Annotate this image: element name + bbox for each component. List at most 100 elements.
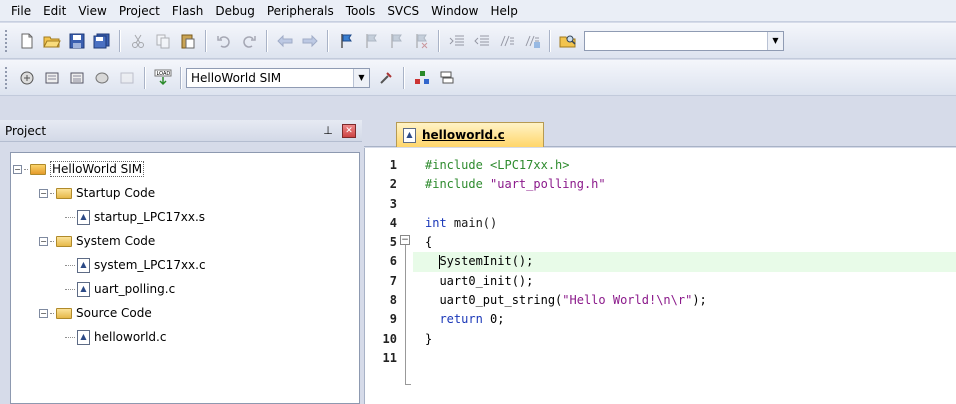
find-combo-value[interactable] (585, 32, 767, 50)
find-combo[interactable]: ▼ (584, 30, 784, 51)
toolbar-separator (144, 66, 145, 89)
line-number-gutter: 1 2 3 4 5 6 7 8 9 10 11 (365, 156, 397, 368)
line-number: 8 (389, 293, 397, 308)
target-select-value[interactable]: HelloWorld SIM (187, 69, 353, 87)
tree-item-label[interactable]: helloworld.c (94, 330, 166, 344)
menu-edit[interactable]: Edit (37, 0, 72, 22)
tree-connector (65, 288, 75, 290)
tree-item-system-code[interactable]: − System Code (13, 229, 357, 253)
open-file-icon[interactable] (40, 29, 63, 52)
collapse-icon[interactable]: − (39, 236, 48, 246)
comment-icon[interactable] (495, 29, 518, 52)
tab-helloworld[interactable]: ▲ helloworld.c (396, 122, 544, 147)
tree-item-label[interactable]: startup_LPC17xx.s (94, 210, 205, 224)
navigate-back-icon[interactable] (273, 29, 296, 52)
menu-tools[interactable]: Tools (340, 0, 382, 22)
folder-icon (56, 307, 72, 319)
build-icon[interactable] (40, 66, 63, 89)
stop-build-icon[interactable] (115, 66, 138, 89)
line-number: 11 (382, 350, 397, 365)
chevron-down-icon[interactable]: ▼ (353, 68, 369, 87)
menu-flash[interactable]: Flash (166, 0, 209, 22)
rebuild-icon[interactable] (65, 66, 88, 89)
code-line-7: uart0_init(); (413, 272, 956, 291)
indent-icon[interactable] (445, 29, 468, 52)
code-editor[interactable]: 1 2 3 4 5 6 7 8 9 10 11 − #include <LPC1… (364, 148, 956, 404)
navigate-forward-icon[interactable] (298, 29, 321, 52)
redo-icon[interactable] (237, 29, 260, 52)
c-file-icon: ▲ (403, 127, 416, 143)
string-literal: "Hello World!\n\r" (562, 293, 693, 308)
download-load-icon[interactable]: LOAD (151, 66, 174, 89)
tree-item-label[interactable]: HelloWorld SIM (50, 161, 145, 177)
unindent-icon[interactable] (470, 29, 493, 52)
fold-collapse-icon[interactable]: − (400, 235, 410, 245)
menu-debug[interactable]: Debug (209, 0, 260, 22)
code-line-2: #include "uart_polling.h" (413, 175, 956, 194)
tree-item-label[interactable]: Startup Code (76, 186, 155, 200)
line-number: 4 (389, 215, 397, 230)
target-options-icon[interactable] (374, 66, 397, 89)
cut-icon[interactable] (126, 29, 149, 52)
code-text: main() (446, 215, 498, 230)
clear-bookmarks-icon[interactable] (409, 29, 432, 52)
manage-components-icon[interactable] (410, 66, 433, 89)
collapse-icon[interactable]: − (39, 308, 48, 318)
code-text: } (425, 331, 433, 346)
line-number: 1 (389, 158, 397, 172)
menu-bar: File Edit View Project Flash Debug Perip… (0, 0, 956, 22)
paste-icon[interactable] (176, 29, 199, 52)
menu-svcs[interactable]: SVCS (381, 0, 425, 22)
code-area[interactable]: #include <LPC17xx.h> #include "uart_poll… (413, 156, 956, 368)
pin-icon[interactable]: ⊥ (320, 124, 336, 137)
save-icon[interactable] (65, 29, 88, 52)
menu-window[interactable]: Window (425, 0, 484, 22)
build-toolbar: LOAD HelloWorld SIM ▼ (0, 60, 956, 96)
collapse-icon[interactable]: − (39, 188, 48, 198)
translate-icon[interactable] (15, 66, 38, 89)
menu-project[interactable]: Project (113, 0, 166, 22)
chevron-down-icon[interactable]: ▼ (767, 31, 783, 50)
file-extensions-icon[interactable] (435, 66, 458, 89)
target-select[interactable]: HelloWorld SIM ▼ (186, 67, 370, 88)
save-all-icon[interactable] (90, 29, 113, 52)
tree-item-startup-file[interactable]: ▲ startup_LPC17xx.s (13, 205, 357, 229)
toolbar-grip[interactable] (4, 28, 8, 53)
tree-item-label[interactable]: System Code (76, 234, 155, 248)
toolbar-separator (205, 29, 206, 52)
tree-connector (65, 336, 75, 338)
tree-item-helloworld-file[interactable]: ▲ helloworld.c (13, 325, 357, 349)
copy-icon[interactable] (151, 29, 174, 52)
toolbar-separator (266, 29, 267, 52)
tree-item-label[interactable]: system_LPC17xx.c (94, 258, 206, 272)
batch-build-icon[interactable] (90, 66, 113, 89)
menu-view[interactable]: View (72, 0, 112, 22)
close-icon[interactable]: ✕ (342, 123, 356, 138)
menu-peripherals[interactable]: Peripherals (261, 0, 340, 22)
bookmark-icon[interactable] (334, 29, 357, 52)
tree-item-startup-code[interactable]: − Startup Code (13, 181, 357, 205)
tab-label[interactable]: helloworld.c (422, 128, 505, 142)
tree-item-system-file[interactable]: ▲ system_LPC17xx.c (13, 253, 357, 277)
next-bookmark-icon[interactable] (384, 29, 407, 52)
editor-tab-bar: ▲ helloworld.c (364, 120, 956, 147)
tree-connector (65, 264, 75, 266)
toolbar-grip[interactable] (4, 65, 8, 90)
prev-bookmark-icon[interactable] (359, 29, 382, 52)
uncomment-icon[interactable] (520, 29, 543, 52)
file-toolbar: ▼ (0, 23, 956, 59)
find-in-files-icon[interactable] (556, 29, 579, 52)
tree-item-label[interactable]: uart_polling.c (94, 282, 175, 296)
tree-item-label[interactable]: Source Code (76, 306, 152, 320)
menu-file[interactable]: File (5, 0, 37, 22)
tree-item-source-code[interactable]: − Source Code (13, 301, 357, 325)
menu-help[interactable]: Help (484, 0, 523, 22)
tree-item-root[interactable]: − HelloWorld SIM (13, 157, 357, 181)
undo-icon[interactable] (212, 29, 235, 52)
tree-item-uart-file[interactable]: ▲ uart_polling.c (13, 277, 357, 301)
collapse-icon[interactable]: − (13, 164, 22, 174)
c-file-icon: ▲ (77, 329, 90, 345)
new-file-icon[interactable] (15, 29, 38, 52)
